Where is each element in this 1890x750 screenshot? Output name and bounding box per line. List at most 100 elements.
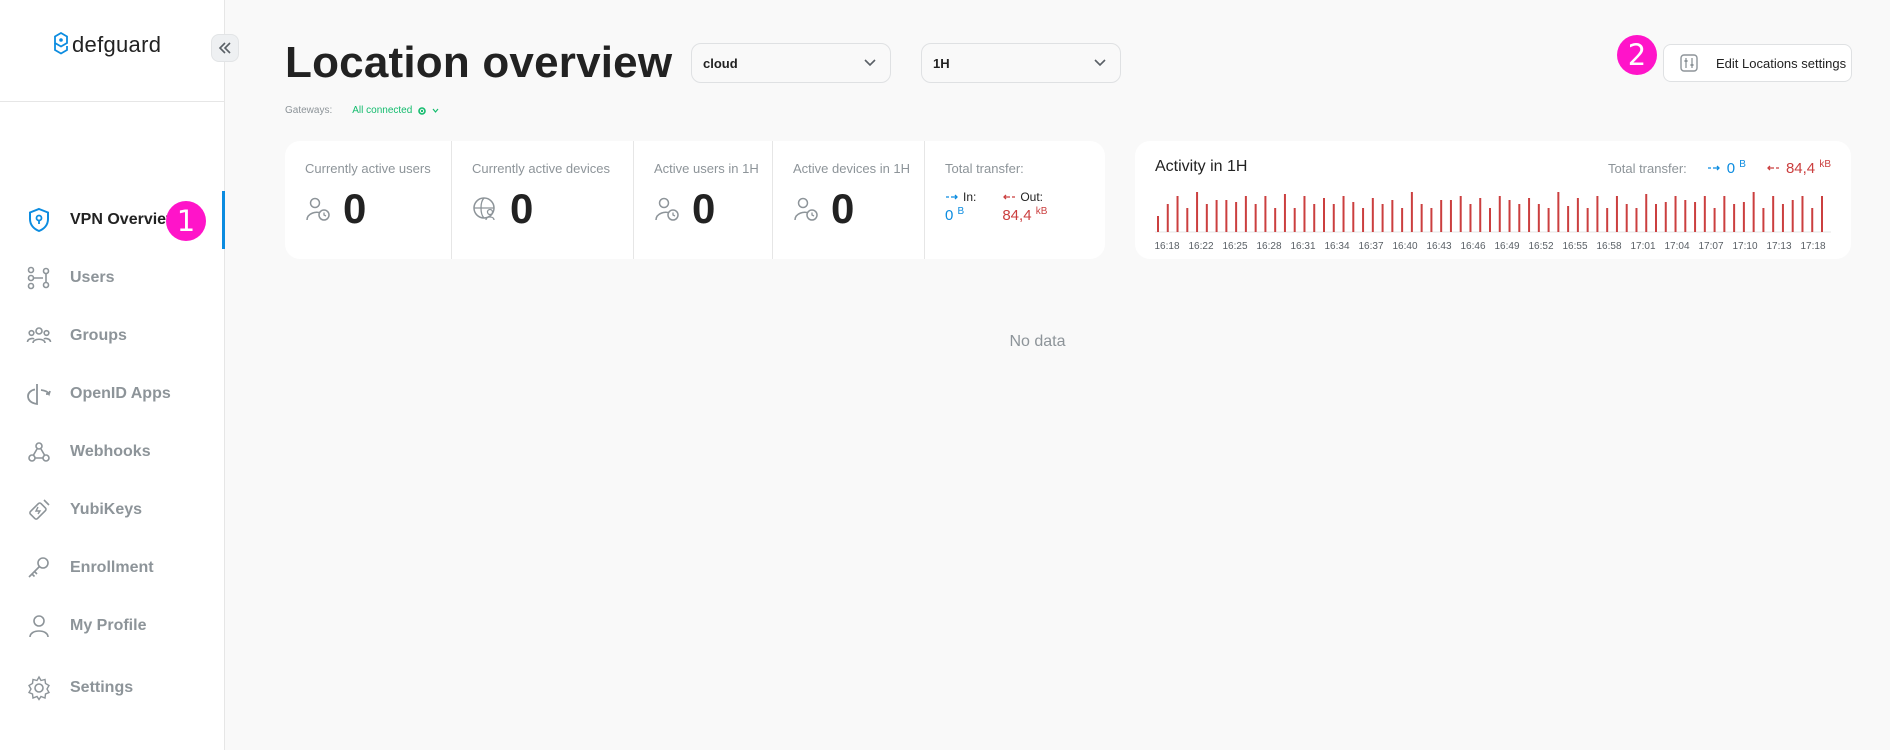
chart-bar bbox=[1440, 200, 1443, 232]
activity-title: Activity in 1H bbox=[1155, 158, 1248, 175]
sidebar-item-yubikeys[interactable]: YubiKeys bbox=[0, 481, 225, 539]
stats-card: Currently active users 0 Currently activ… bbox=[285, 141, 1105, 259]
sidebar-item-users[interactable]: Users bbox=[0, 249, 225, 307]
annotation-marker-1: 1 bbox=[166, 201, 206, 241]
chart-bar bbox=[1166, 204, 1169, 232]
chart-bar bbox=[1703, 196, 1706, 232]
chart-bar bbox=[1381, 204, 1384, 232]
chart-bar bbox=[1733, 204, 1736, 232]
chart-bar bbox=[1293, 208, 1296, 232]
shield-lock-icon bbox=[29, 207, 49, 233]
chart-tick-label: 16:49 bbox=[1494, 241, 1519, 252]
sidebar-item-openid-apps[interactable]: OpenID Apps bbox=[0, 365, 225, 423]
chart-bar bbox=[1518, 204, 1521, 232]
chart-bar bbox=[1586, 208, 1589, 232]
annotation-marker-2: 2 bbox=[1617, 35, 1657, 75]
empty-state-text: No data bbox=[1009, 333, 1066, 350]
chart-bar bbox=[1498, 196, 1501, 232]
arrow-in-icon bbox=[1707, 165, 1720, 171]
sidebar-item-enrollment[interactable]: Enrollment bbox=[0, 539, 225, 597]
chart-bar bbox=[1606, 208, 1609, 232]
chart-tick-label: 17:18 bbox=[1800, 241, 1825, 252]
edit-locations-settings-button[interactable]: Edit Locations settings bbox=[1663, 44, 1852, 82]
stat-active-users-1h: Active users in 1H 0 bbox=[634, 141, 773, 259]
chart-bar bbox=[1723, 196, 1726, 232]
chart-bar bbox=[1576, 198, 1579, 232]
transfer-in-number: 0 bbox=[945, 207, 954, 224]
chart-bar bbox=[1537, 204, 1540, 232]
chart-tick-label: 16:40 bbox=[1392, 241, 1417, 252]
sidebar-item-label: Enrollment bbox=[70, 559, 154, 576]
chart-bar bbox=[1469, 204, 1472, 232]
collapse-sidebar-button[interactable] bbox=[211, 34, 239, 62]
gear-icon bbox=[28, 675, 50, 701]
page-title: Location overview bbox=[285, 38, 673, 87]
location-select[interactable]: cloud bbox=[691, 43, 891, 83]
stat-value: 0 bbox=[831, 185, 855, 232]
chart-bar bbox=[1401, 208, 1404, 232]
stat-label: Currently active devices bbox=[472, 161, 610, 176]
chart-bar bbox=[1362, 208, 1365, 232]
transfer-out-head: Out: bbox=[1002, 190, 1047, 204]
chart-tick-label: 16:28 bbox=[1256, 241, 1281, 252]
activity-transfer-in: 0 B bbox=[1707, 159, 1746, 177]
chart-bar bbox=[1410, 192, 1413, 232]
chart-tick-label: 16:18 bbox=[1155, 241, 1180, 252]
chart-tick-label: 17:04 bbox=[1664, 241, 1689, 252]
stat-label: Active devices in 1H bbox=[793, 161, 911, 176]
stat-active-users: Currently active users 0 bbox=[285, 141, 452, 259]
sidebar-nav: VPN Overview Users Groups OpenID Apps We… bbox=[0, 191, 225, 655]
chart-bar bbox=[1655, 204, 1657, 232]
status-dot-icon bbox=[418, 106, 427, 115]
stat-active-devices-1h: Active devices in 1H 0 bbox=[773, 141, 925, 259]
chart-bar bbox=[1762, 208, 1765, 232]
edit-locations-settings-label: Edit Locations settings bbox=[1716, 55, 1847, 71]
sidebar-item-settings[interactable]: Settings bbox=[0, 659, 225, 717]
chart-bar bbox=[1176, 196, 1179, 232]
sidebar-item-webhooks[interactable]: Webhooks bbox=[0, 423, 225, 481]
chart-bar bbox=[1196, 192, 1199, 232]
gateways-status-toggle[interactable]: All connected bbox=[352, 105, 439, 116]
openid-icon bbox=[27, 384, 51, 406]
user-clock-icon bbox=[794, 197, 818, 221]
chart-tick-label: 17:07 bbox=[1698, 241, 1723, 252]
transfer-out-label: Out: bbox=[1020, 190, 1044, 204]
chart-tick-label: 16:22 bbox=[1188, 241, 1213, 252]
transfer-columns: In: 0 B Out: 84,4 kB bbox=[945, 190, 1105, 224]
chart-bar bbox=[1313, 204, 1316, 232]
chart-bar bbox=[1645, 194, 1648, 232]
chart-bar bbox=[1215, 200, 1218, 232]
app-logo[interactable]: defguard bbox=[54, 32, 161, 58]
chart-bar bbox=[1615, 196, 1618, 232]
chevron-down-icon bbox=[1094, 59, 1106, 67]
activity-card: Activity in 1H Total transfer: 0 B 84,4 … bbox=[1135, 141, 1851, 259]
sidebar-item-label: Webhooks bbox=[70, 443, 151, 460]
chart-tick-label: 17:13 bbox=[1766, 241, 1791, 252]
chart-bar bbox=[1557, 192, 1560, 232]
arrow-out-icon bbox=[1767, 165, 1779, 171]
chart-bar bbox=[1821, 196, 1823, 232]
stat-row: 0 bbox=[654, 188, 772, 230]
user-icon bbox=[29, 615, 49, 638]
stat-total-transfer: Total transfer: In: 0 B Out: 84,4 kB bbox=[925, 141, 1105, 259]
stat-label: Active users in 1H bbox=[654, 161, 759, 176]
transfer-out: Out: 84,4 kB bbox=[1002, 190, 1047, 224]
chart-bar bbox=[1371, 198, 1374, 232]
transfer-out-number: 84,4 bbox=[1002, 207, 1032, 224]
activity-out-unit: kB bbox=[1819, 159, 1831, 170]
settings-sliders-icon bbox=[1680, 54, 1698, 72]
key-icon bbox=[28, 557, 49, 578]
period-select[interactable]: 1H bbox=[921, 43, 1121, 83]
chart-bar bbox=[1625, 204, 1628, 232]
sidebar-settings-section: Settings bbox=[0, 675, 225, 717]
sidebar-item-my-profile[interactable]: My Profile bbox=[0, 597, 225, 655]
chart-bar bbox=[1547, 208, 1550, 232]
chart-bar bbox=[1567, 206, 1570, 232]
chart-bar bbox=[1674, 196, 1677, 232]
activity-transfer-out: 84,4 kB bbox=[1766, 159, 1831, 177]
chart-bar bbox=[1264, 196, 1267, 232]
transfer-out-unit: kB bbox=[1035, 206, 1048, 217]
sidebar-item-label: Users bbox=[70, 269, 115, 286]
chart-bar bbox=[1225, 200, 1228, 232]
sidebar-item-label: Settings bbox=[70, 679, 134, 696]
